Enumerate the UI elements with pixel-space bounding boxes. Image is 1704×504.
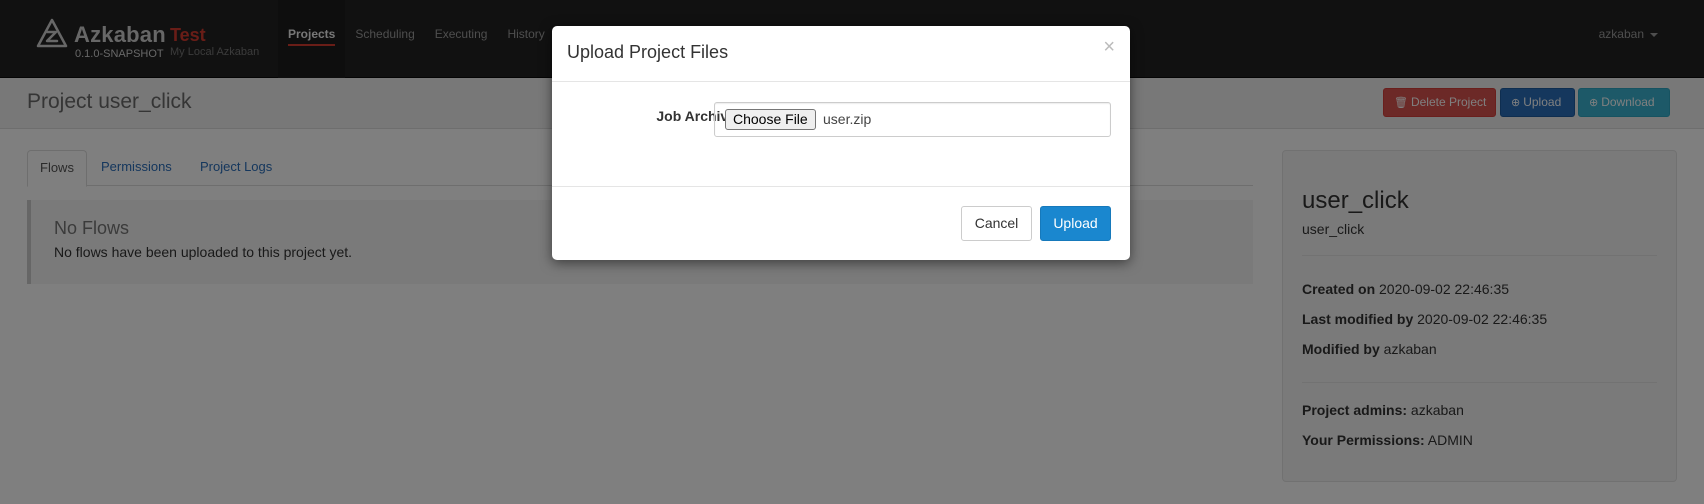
upload-project-modal: Upload Project Files × Job Archive Choos… <box>552 26 1130 260</box>
upload-submit-button[interactable]: Upload <box>1040 206 1111 241</box>
modal-footer: Cancel Upload <box>552 186 1130 260</box>
modal-header: Upload Project Files × <box>552 26 1130 82</box>
cancel-button[interactable]: Cancel <box>961 206 1032 241</box>
close-icon[interactable]: × <box>1103 36 1115 59</box>
job-archive-file-input[interactable]: Choose File user.zip <box>714 102 1111 137</box>
modal-title: Upload Project Files <box>567 42 729 62</box>
choose-file-button[interactable]: Choose File <box>725 109 816 130</box>
selected-file-name: user.zip <box>823 111 872 127</box>
